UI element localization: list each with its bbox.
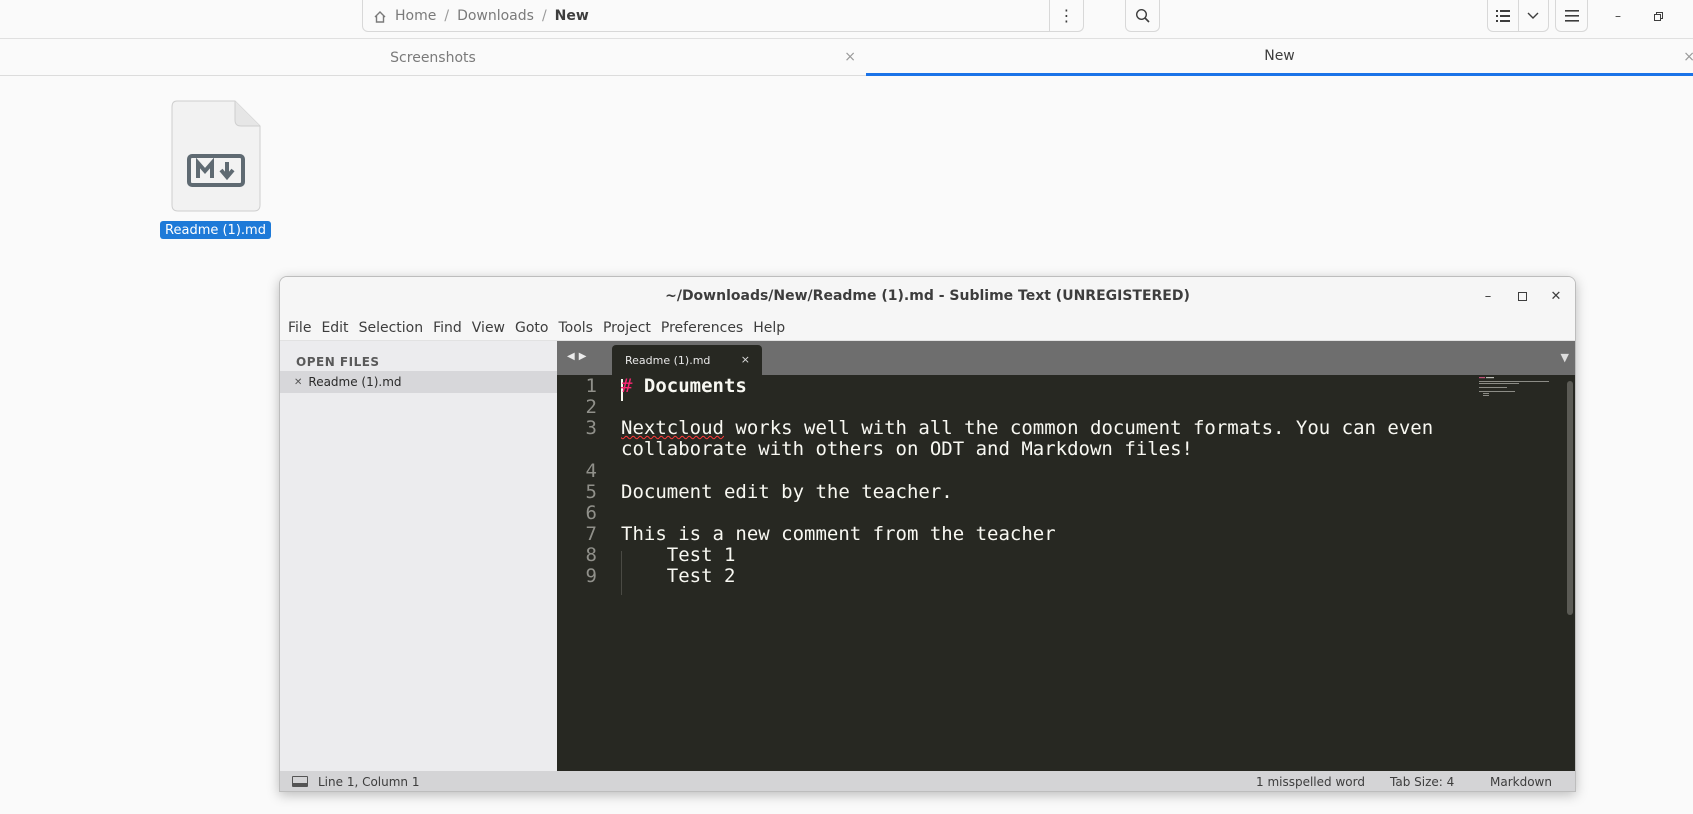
line-number: 5 xyxy=(585,481,597,503)
path-bar[interactable]: Home / Downloads / New ⋮ xyxy=(362,0,1084,32)
close-icon[interactable]: ✕ xyxy=(294,377,302,388)
tab-readme[interactable]: Readme (1).md × xyxy=(612,345,762,375)
line-number: 3 xyxy=(585,417,597,439)
chevron-down-icon[interactable] xyxy=(1519,0,1549,31)
breadcrumb-downloads[interactable]: Downloads xyxy=(449,8,542,24)
code-line: Document edit by the teacher. xyxy=(621,481,953,503)
tab-dropdown-icon[interactable]: ▼ xyxy=(1561,351,1569,364)
close-icon[interactable]: × xyxy=(741,353,750,366)
window-title: ~/Downloads/New/Readme (1).md - Sublime … xyxy=(280,277,1575,315)
sidebar-item-readme[interactable]: ✕ Readme (1).md xyxy=(280,371,557,393)
restore-icon[interactable] xyxy=(1646,6,1670,26)
tab-label: Readme (1).md xyxy=(625,353,711,367)
sidebar: OPEN FILES ✕ Readme (1).md xyxy=(280,341,557,771)
search-icon xyxy=(1135,8,1150,23)
menu-goto[interactable]: Goto xyxy=(515,320,548,336)
close-icon[interactable]: ✕ xyxy=(1546,286,1566,306)
minimize-icon[interactable]: – xyxy=(1606,6,1630,26)
line-number: 4 xyxy=(585,460,597,482)
tab-label: New xyxy=(1264,48,1295,64)
minimap[interactable] xyxy=(1479,377,1557,401)
code-line: Nextcloud works well with all the common… xyxy=(621,417,1433,439)
breadcrumb-home[interactable]: Home xyxy=(387,8,444,24)
close-icon[interactable]: × xyxy=(844,49,856,65)
hamburger-icon xyxy=(1564,9,1579,22)
more-options-icon[interactable]: ⋮ xyxy=(1049,0,1083,31)
vertical-scrollbar[interactable] xyxy=(1567,381,1573,615)
markdown-file-icon xyxy=(171,100,261,212)
close-icon[interactable]: × xyxy=(1683,49,1693,65)
code-line: # Documents xyxy=(621,375,747,397)
code-line-text: works well with all the common document … xyxy=(723,417,1434,439)
home-icon[interactable] xyxy=(373,9,387,23)
menu-help[interactable]: Help xyxy=(753,320,785,336)
syntax-status[interactable]: Markdown xyxy=(1490,775,1552,789)
spelling-status[interactable]: 1 misspelled word xyxy=(1256,775,1365,789)
menu-view[interactable]: View xyxy=(472,320,505,336)
list-view-icon[interactable] xyxy=(1488,0,1519,31)
menu-selection[interactable]: Selection xyxy=(359,320,424,336)
maximize-icon[interactable] xyxy=(1512,286,1532,306)
menu-project[interactable]: Project xyxy=(603,320,651,336)
line-number: 1 xyxy=(585,375,597,397)
misspelled-word[interactable]: Nextcloud xyxy=(621,417,724,439)
menu-file[interactable]: File xyxy=(288,320,311,336)
line-number: 2 xyxy=(585,396,597,418)
cursor-position[interactable]: Line 1, Column 1 xyxy=(318,775,420,789)
tab-new[interactable]: New × xyxy=(866,39,1693,76)
sidebar-heading: OPEN FILES xyxy=(296,355,380,369)
line-number: 8 xyxy=(585,544,597,566)
file-manager-header: Home / Downloads / New ⋮ – xyxy=(0,0,1693,38)
code-line: Test 2 xyxy=(621,565,736,587)
line-number: 7 xyxy=(585,523,597,545)
code-line: This is a new comment from the teacher xyxy=(621,523,1056,545)
menu-bar: File Edit Selection Find View Goto Tools… xyxy=(280,315,1575,341)
status-bar: Line 1, Column 1 1 misspelled word Tab S… xyxy=(280,771,1575,791)
heading-text: Documents xyxy=(643,375,747,397)
menu-preferences[interactable]: Preferences xyxy=(661,320,743,336)
sidebar-item-label: Readme (1).md xyxy=(308,375,402,389)
code-line: Test 1 xyxy=(621,544,736,566)
search-button[interactable] xyxy=(1125,0,1160,32)
editor-tab-bar: ◀▶ Readme (1).md × ▼ xyxy=(557,341,1575,375)
tab-screenshots[interactable]: Screenshots × xyxy=(0,39,866,76)
breadcrumb-new[interactable]: New xyxy=(547,8,597,24)
tab-label: Screenshots xyxy=(390,49,476,66)
line-number: 9 xyxy=(585,565,597,587)
menu-edit[interactable]: Edit xyxy=(321,320,348,336)
file-manager-tabs: Screenshots × New × xyxy=(0,38,1693,76)
tab-nav-arrows-icon[interactable]: ◀▶ xyxy=(567,351,590,362)
hamburger-menu-button[interactable] xyxy=(1555,0,1588,32)
heading-marker: # xyxy=(621,375,633,397)
menu-tools[interactable]: Tools xyxy=(558,320,593,336)
code-line: collaborate with others on ODT and Markd… xyxy=(621,438,1193,460)
menu-find[interactable]: Find xyxy=(433,320,462,336)
tab-size-status[interactable]: Tab Size: 4 xyxy=(1390,775,1454,789)
sublime-window: ~/Downloads/New/Readme (1).md - Sublime … xyxy=(279,276,1576,792)
line-number: 6 xyxy=(585,502,597,524)
panel-toggle-icon[interactable] xyxy=(292,776,308,787)
file-name[interactable]: Readme (1).md xyxy=(160,221,271,239)
code-editor[interactable]: 1 2 3 4 5 6 7 8 9 # Documents Nextcloud … xyxy=(557,375,1575,771)
view-toggle-button[interactable] xyxy=(1487,0,1549,32)
minimize-icon[interactable]: – xyxy=(1478,286,1498,306)
